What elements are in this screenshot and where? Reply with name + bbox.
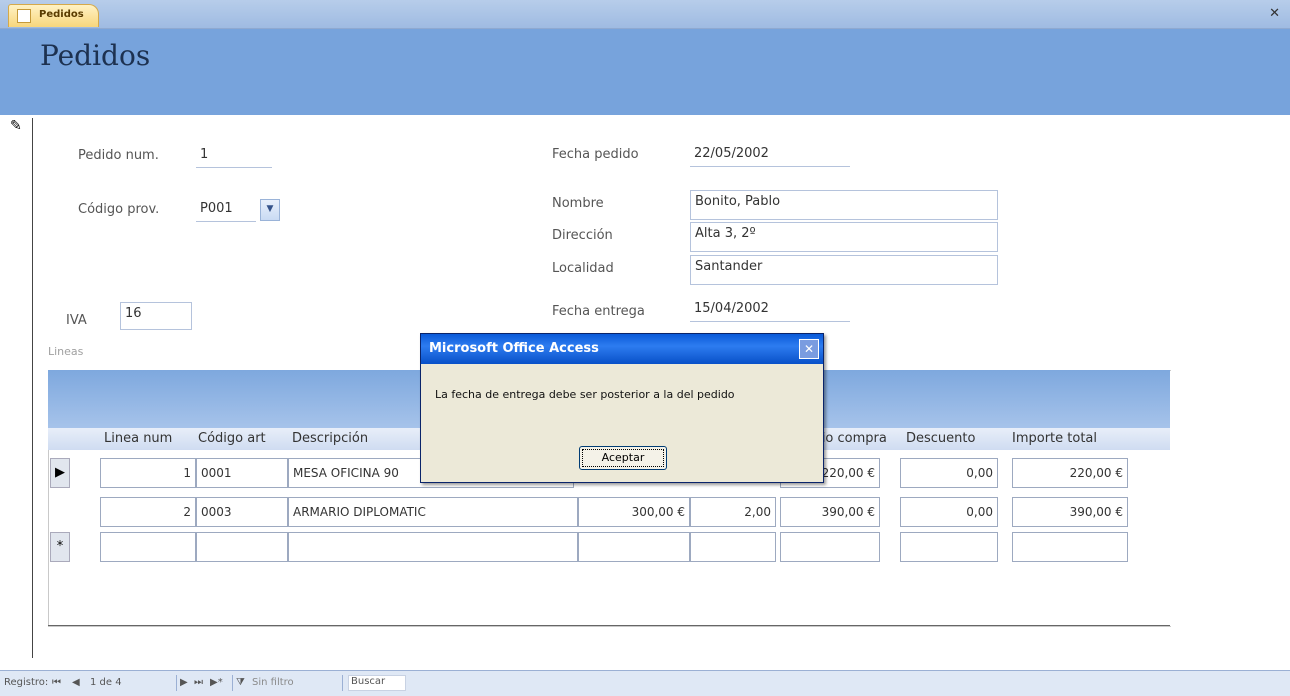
dialog-title: Microsoft Office Access: [421, 334, 823, 364]
nav-separator: [176, 675, 177, 691]
nombre-field[interactable]: Bonito, Pablo: [690, 190, 998, 220]
cell-importe-total[interactable]: 220,00 €: [1012, 458, 1128, 488]
col-header-codigo-art: Código art: [198, 431, 266, 446]
cell-precio[interactable]: 300,00 €: [578, 497, 690, 527]
localidad-label: Localidad: [552, 261, 614, 276]
cell-new-precio-compra[interactable]: [780, 532, 880, 562]
form-header: Pedidos: [0, 29, 1290, 115]
row-selector-new[interactable]: *: [50, 532, 70, 562]
filter-icon[interactable]: ⧩: [236, 677, 245, 688]
cell-descuento[interactable]: 0,00: [900, 497, 998, 527]
cell-new-importe-total[interactable]: [1012, 532, 1128, 562]
direccion-field[interactable]: Alta 3, 2º: [690, 222, 998, 252]
iva-field[interactable]: 16: [120, 302, 192, 330]
dialog-message: La fecha de entrega debe ser posterior a…: [435, 388, 735, 401]
last-record-icon[interactable]: ⏭: [194, 677, 203, 688]
col-header-linea-num: Linea num: [104, 431, 173, 446]
filter-status[interactable]: Sin filtro: [252, 677, 294, 688]
cell-linea-num[interactable]: 1: [100, 458, 196, 488]
cell-cantidad[interactable]: 2,00: [690, 497, 776, 527]
iva-label: IVA: [66, 313, 87, 328]
cell-linea-num[interactable]: 2: [100, 497, 196, 527]
record-edit-pencil-icon: ✎: [10, 118, 22, 134]
document-tab-bar: Pedidos ✕: [0, 0, 1290, 29]
cell-new-descripcion[interactable]: [288, 532, 578, 562]
direccion-label: Dirección: [552, 228, 613, 243]
cell-new-codigo-art[interactable]: [196, 532, 288, 562]
cell-descuento[interactable]: 0,00: [900, 458, 998, 488]
cell-precio-compra[interactable]: 390,00 €: [780, 497, 880, 527]
registro-label: Registro:: [4, 677, 49, 688]
cell-descripcion[interactable]: ARMARIO DIPLOMATIC: [288, 497, 578, 527]
localidad-field[interactable]: Santander: [690, 255, 998, 285]
pedido-num-label: Pedido num.: [78, 148, 159, 163]
col-header-descuento: Descuento: [906, 431, 976, 446]
cell-new-linea-num[interactable]: [100, 532, 196, 562]
record-position[interactable]: 1 de 4: [90, 677, 122, 688]
codigo-prov-label: Código prov.: [78, 202, 160, 217]
tab-label: Pedidos: [39, 9, 84, 20]
codigo-prov-field[interactable]: P001: [196, 198, 256, 222]
fecha-pedido-label: Fecha pedido: [552, 147, 639, 162]
cell-new-descuento[interactable]: [900, 532, 998, 562]
fecha-entrega-label: Fecha entrega: [552, 304, 645, 319]
nav-separator: [342, 675, 343, 691]
close-icon[interactable]: ✕: [1269, 6, 1280, 21]
cell-codigo-art[interactable]: 0001: [196, 458, 288, 488]
pedido-num-field[interactable]: 1: [196, 144, 272, 168]
subform-label: Lineas: [48, 345, 84, 358]
new-record-icon[interactable]: ▶*: [210, 677, 223, 688]
col-header-importe-total: Importe total: [1012, 431, 1098, 446]
fecha-pedido-field[interactable]: 22/05/2002: [690, 143, 850, 167]
record-navigation-bar: Registro: ⏮ ◀ 1 de 4 ▶ ⏭ ▶* ⧩ Sin filtro…: [0, 670, 1290, 696]
record-selector-border: [32, 118, 33, 658]
cell-importe-total[interactable]: 390,00 €: [1012, 497, 1128, 527]
search-box[interactable]: Buscar: [348, 675, 406, 691]
prev-record-icon[interactable]: ◀: [72, 677, 80, 688]
page-title: Pedidos: [40, 39, 151, 72]
chevron-down-icon[interactable]: ▼: [260, 199, 280, 221]
ok-button[interactable]: Aceptar: [579, 446, 667, 470]
tab-pedidos[interactable]: Pedidos: [8, 4, 99, 27]
dialog-close-icon[interactable]: ✕: [799, 339, 819, 359]
form-icon: [17, 9, 31, 23]
next-record-icon[interactable]: ▶: [180, 677, 188, 688]
cell-new-precio[interactable]: [578, 532, 690, 562]
row-selector-current[interactable]: ▶: [50, 458, 70, 488]
nav-separator: [232, 675, 233, 691]
nombre-label: Nombre: [552, 196, 604, 211]
fecha-entrega-field[interactable]: 15/04/2002: [690, 298, 850, 322]
message-dialog: Microsoft Office Access ✕ La fecha de en…: [420, 333, 824, 483]
cell-codigo-art[interactable]: 0003: [196, 497, 288, 527]
divider: [48, 625, 1170, 626]
first-record-icon[interactable]: ⏮: [52, 677, 61, 688]
col-header-descripcion: Descripción: [292, 431, 369, 446]
cell-new-cantidad[interactable]: [690, 532, 776, 562]
